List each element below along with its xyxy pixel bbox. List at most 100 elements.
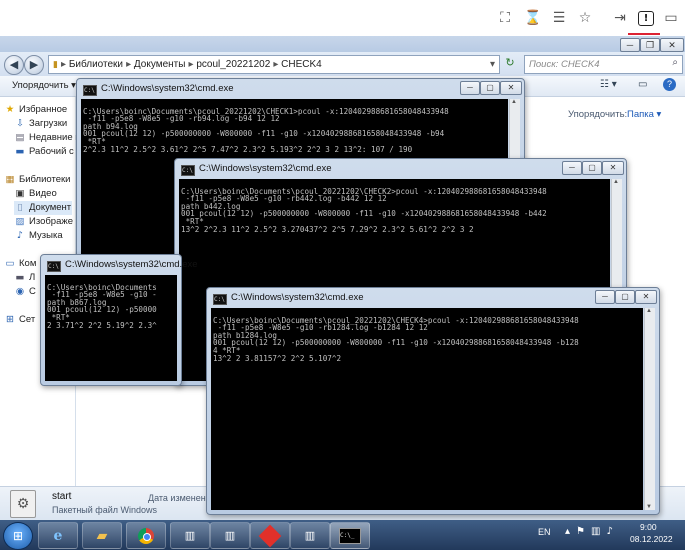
app-window-icon: ▥ <box>224 529 236 542</box>
breadcrumb-libraries[interactable]: Библиотеки <box>69 59 123 70</box>
disc-icon: ◉ <box>15 286 25 297</box>
nav-music[interactable]: ♪ Музыка <box>14 229 63 243</box>
login-icon[interactable]: ⇥ <box>610 9 630 27</box>
recent-places-icon: ▤ <box>15 132 25 143</box>
selected-file-name: start <box>52 491 72 502</box>
folder-icon: ▰ <box>96 527 108 544</box>
ie-icon: e <box>53 527 63 544</box>
maximize-button[interactable]: ▢ <box>480 81 500 95</box>
minimize-button[interactable]: ─ <box>460 81 480 95</box>
view-options-icon[interactable]: ☷ ▾ <box>600 79 617 90</box>
address-bar-area: ◀ ▶ ▮ ▸ Библиотеки ▸ Документы ▸ pcoul_2… <box>0 52 685 76</box>
taskbar-app-window-3[interactable]: ▥ <box>290 522 330 549</box>
maximize-button[interactable]: ▢ <box>582 161 602 175</box>
help-icon[interactable]: ? <box>663 78 676 91</box>
taskbar-app-window-2[interactable]: ▥ <box>210 522 250 549</box>
screenshot-icon[interactable]: ⛶ <box>495 9 515 27</box>
star-icon: ★ <box>5 104 15 115</box>
arrange-by-label: Упорядочить: <box>568 109 628 120</box>
drive-icon: ▬ <box>15 272 25 283</box>
nav-desktop[interactable]: ▬ Рабочий с <box>14 145 74 159</box>
network-icon: ⊞ <box>6 314 14 325</box>
search-input[interactable]: Поиск: CHECK4 ⌕ <box>524 55 683 74</box>
nav-network[interactable]: ⊞ Сет <box>4 313 35 327</box>
nav-computer[interactable]: ▭ Ком <box>4 257 37 271</box>
desktop-icon: ▬ <box>15 146 25 157</box>
breadcrumb-check4[interactable]: CHECK4 <box>281 59 322 70</box>
minimize-button[interactable]: ─ <box>562 161 582 175</box>
address-box[interactable]: ▮ ▸ Библиотеки ▸ Документы ▸ pcoul_20221… <box>48 55 500 74</box>
chrome-icon <box>138 527 154 544</box>
arrange-by-dropdown[interactable]: Папка ▾ <box>627 109 661 120</box>
cmd-window-b867[interactable]: C:\ C:\Windows\system32\cmd.exe C:\Users\… <box>40 254 198 386</box>
app-window-icon: ▥ <box>184 529 196 542</box>
folder-icon: ▮ <box>53 60 58 70</box>
close-button[interactable]: ✕ <box>635 290 657 304</box>
nav-drive-local[interactable]: ▬ Л <box>14 271 36 285</box>
console-icon: C:\ <box>83 85 97 96</box>
music-icon: ♪ <box>16 230 24 241</box>
anydesk-icon <box>258 524 282 547</box>
nav-recent[interactable]: ▤ Недавние м <box>14 131 82 145</box>
explorer-titlebar: ─ ❐ ✕ <box>0 36 685 52</box>
nav-favorites[interactable]: ★ Избранное <box>4 103 67 117</box>
selected-file-type: Пакетный файл Windows <box>52 505 158 515</box>
close-button[interactable]: ✕ <box>500 81 522 95</box>
alert-icon[interactable]: ! <box>636 9 656 27</box>
favorites-star-icon[interactable]: ☆ <box>575 9 595 27</box>
organize-button[interactable]: Упорядочить ▾ <box>12 80 76 91</box>
show-hidden-icons-icon: ▴ <box>565 526 577 537</box>
minimize-button[interactable]: ─ <box>620 38 640 52</box>
search-icon: ⌕ <box>672 57 678 68</box>
video-icon: ▣ <box>15 188 25 199</box>
nav-documents[interactable]: ▯ Документ <box>14 201 72 215</box>
taskbar-anydesk[interactable] <box>250 522 290 549</box>
nav-downloads[interactable]: ⇩ Загрузки <box>14 117 67 131</box>
cmd-window-title: C:\ C:\Windows\system32\cmd.exe <box>213 292 364 305</box>
computer-icon: ▭ <box>5 258 15 269</box>
clock-time[interactable]: 9:00 <box>640 522 657 532</box>
console-icon: C:\ <box>213 294 227 305</box>
database-icon[interactable]: ☰ <box>549 9 569 27</box>
chat-icon[interactable]: ▭ <box>661 9 681 27</box>
refresh-icon[interactable]: ↻ <box>501 56 519 71</box>
nav-drive-optical[interactable]: ◉ С <box>14 285 36 299</box>
breadcrumb-documents[interactable]: Документы <box>134 59 186 70</box>
preview-pane-icon[interactable]: ▭ <box>638 79 647 90</box>
maximize-button[interactable]: ▢ <box>615 290 635 304</box>
close-button[interactable]: ✕ <box>602 161 624 175</box>
forward-button[interactable]: ▶ <box>24 55 44 75</box>
batch-file-gear-icon: ⚙ <box>10 490 36 518</box>
taskbar-ie[interactable]: e <box>38 522 78 549</box>
breadcrumb-pcoul[interactable]: pcoul_20221202 <box>196 59 270 70</box>
maximize-button[interactable]: ❐ <box>640 38 660 52</box>
images-icon: ▨ <box>15 216 25 227</box>
console-icon: C:\ <box>181 165 195 176</box>
minimize-button[interactable]: ─ <box>595 290 615 304</box>
cmd-window-title: C:\ C:\Windows\system32\cmd.exe <box>47 259 198 272</box>
volume-icon: ♪ <box>606 526 619 537</box>
taskbar-cmd[interactable]: C:\_ <box>330 522 370 549</box>
clock-date[interactable]: 08.12.2022 <box>630 534 673 544</box>
app-window-icon: ▥ <box>304 529 316 542</box>
start-button[interactable]: ⊞ <box>3 522 33 550</box>
taskbar-chrome[interactable] <box>126 522 166 549</box>
console-output[interactable]: C:\Users\boinc\Documents\pcoul_20221202\… <box>211 308 643 510</box>
network-tray-icon: ▥ <box>591 526 607 537</box>
hourglass-icon[interactable]: ⌛ <box>523 9 543 27</box>
back-button[interactable]: ◀ <box>4 55 24 75</box>
close-button[interactable]: ✕ <box>660 38 684 52</box>
cmd-window-check4[interactable]: C:\ C:\Windows\system32\cmd.exe ─ ▢ ✕ C:\… <box>206 287 660 515</box>
language-indicator[interactable]: EN <box>538 527 551 537</box>
chevron-down-icon[interactable]: ▾ <box>490 56 495 73</box>
tray-icons[interactable]: ▴⚑▥♪ <box>565 526 619 537</box>
console-output[interactable]: C:\Users\boinc\Documents -f11 -p5e8 -W8e… <box>45 275 177 381</box>
nav-libraries[interactable]: ▦ Библиотеки <box>4 173 71 187</box>
scrollbar[interactable] <box>644 308 655 510</box>
browser-toolbar: ⛶ ⌛ ☰ ☆ ⇥ ! ▭ <box>0 0 685 37</box>
taskbar-app-window-1[interactable]: ▥ <box>170 522 210 549</box>
taskbar-explorer[interactable]: ▰ <box>82 522 122 549</box>
libraries-icon: ▦ <box>5 174 15 185</box>
nav-video[interactable]: ▣ Видео <box>14 187 57 201</box>
nav-images[interactable]: ▨ Изображе <box>14 215 74 229</box>
